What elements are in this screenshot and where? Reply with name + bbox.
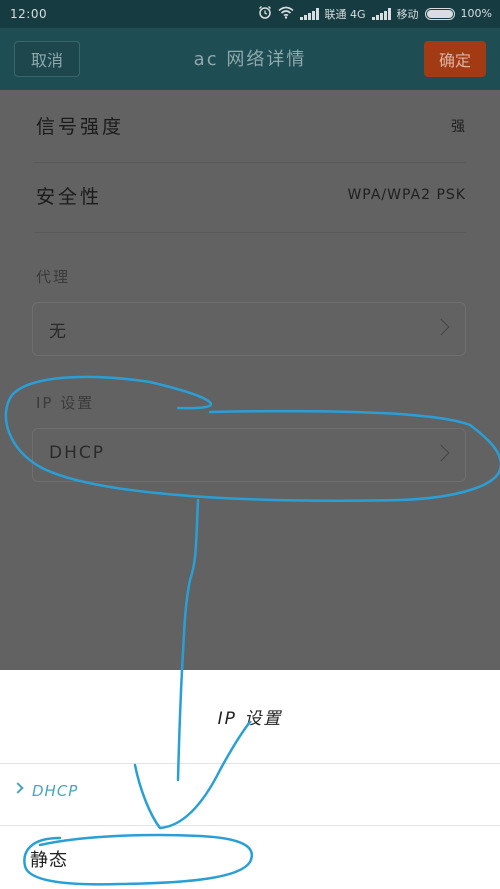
proxy-value: 无: [49, 322, 68, 342]
ip-settings-label: IP 设置: [36, 394, 95, 412]
ip-settings-sheet: IP 设置 DHCP 静态: [0, 670, 500, 889]
status-bar: 12:00 联通 4G 移动 100%: [0, 0, 500, 28]
chevron-right-icon: [432, 444, 450, 462]
ip-settings-value: DHCP: [49, 443, 105, 463]
option-dhcp[interactable]: DHCP: [0, 764, 500, 824]
confirm-button[interactable]: 确定: [424, 41, 486, 77]
battery-icon: [424, 7, 455, 20]
network-details: 信号强度 强 安全性 WPA/WPA2 PSK 代理 无 IP 设置 DHCP: [0, 90, 500, 670]
battery-percent: 100%: [460, 7, 492, 20]
status-time: 12:00: [10, 7, 48, 21]
signal-strength-label: 信号强度: [36, 116, 125, 138]
security-value: WPA/WPA2 PSK: [347, 187, 466, 203]
signal-strength-value: 强: [451, 119, 466, 135]
alarm-icon: [258, 5, 272, 22]
proxy-select[interactable]: 无: [32, 302, 466, 356]
ip-settings-select[interactable]: DHCP: [32, 428, 466, 482]
status-icons: 联通 4G 移动 100%: [258, 5, 492, 22]
security-label: 安全性: [36, 186, 103, 208]
chevron-right-icon: [432, 318, 450, 336]
signal-icon: [299, 7, 319, 20]
divider: [34, 162, 466, 163]
sheet-title: IP 设置: [217, 709, 283, 729]
divider: [34, 232, 466, 233]
option-label: 静态: [30, 850, 68, 871]
signal-icon: [371, 7, 391, 20]
check-icon: [12, 782, 24, 794]
proxy-label: 代理: [36, 268, 71, 286]
carrier-mobile: 移动: [396, 7, 419, 21]
carrier-unicom: 联通 4G: [324, 7, 366, 21]
wifi-icon: [277, 6, 294, 22]
title-bar: 取消 ac 网络详情 确定: [0, 28, 500, 90]
option-static[interactable]: 静态: [0, 826, 500, 886]
option-label: DHCP: [32, 782, 79, 800]
